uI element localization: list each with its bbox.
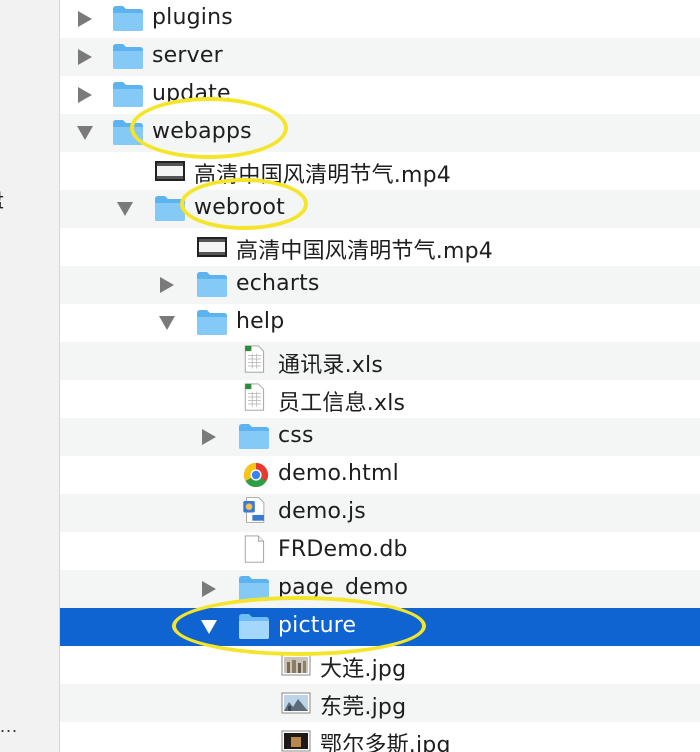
sidebar-disk-label[interactable]: 盘 [0, 184, 4, 213]
folder-icon [239, 576, 269, 601]
folder-icon [113, 120, 143, 145]
tree-item-label: 高清中国风清明节气.mp4 [236, 239, 493, 264]
blank-document-icon [244, 535, 265, 563]
tree-item-label: update [152, 81, 231, 106]
folder-icon [113, 6, 143, 31]
tree-item-label: help [236, 309, 285, 334]
tree-item-label: demo.html [278, 461, 399, 486]
tree-item-label: 大连.jpg [320, 657, 407, 682]
tree-item-label: server [152, 43, 223, 68]
sidebar-more-label: ... [0, 716, 19, 736]
tree-item-label: echarts [236, 271, 320, 296]
disclosure-expanded-icon[interactable] [116, 200, 134, 218]
tree-row-webroot[interactable]: webroot [60, 190, 700, 228]
tree-item-label: webapps [152, 119, 252, 144]
tree-item-label: page_demo [278, 575, 409, 600]
tree-item-label: webroot [194, 195, 286, 220]
disclosure-expanded-icon[interactable] [200, 618, 218, 636]
tree-item-label: demo.js [278, 499, 366, 524]
disclosure-collapsed-icon[interactable] [76, 10, 94, 28]
tree-row-image-file[interactable]: 鄂尔多斯.jpg [60, 722, 700, 752]
video-file-icon [197, 237, 227, 257]
tree-row-image-file[interactable]: 大连.jpg [60, 646, 700, 684]
folder-icon [155, 196, 185, 221]
tree-row-spreadsheet[interactable]: 员工信息.xls [60, 380, 700, 418]
tree-row-plugins[interactable]: plugins [60, 0, 700, 38]
disclosure-collapsed-icon[interactable] [200, 428, 218, 446]
tree-row-echarts[interactable]: echarts [60, 266, 700, 304]
spreadsheet-icon [244, 383, 265, 411]
image-thumbnail-icon [281, 692, 311, 714]
folder-icon [239, 614, 269, 639]
folder-icon [239, 424, 269, 449]
tree-row-video-file[interactable]: 高清中国风清明节气.mp4 [60, 228, 700, 266]
file-tree: plugins server update webapps 高清中国风清明节气.… [60, 0, 700, 752]
disclosure-expanded-icon[interactable] [158, 314, 176, 332]
tree-row-video-file[interactable]: 高清中国风清明节气.mp4 [60, 152, 700, 190]
script-file-icon [243, 497, 265, 523]
tree-item-label: 东莞.jpg [320, 695, 407, 720]
image-thumbnail-icon [281, 730, 311, 752]
tree-item-label: 鄂尔多斯.jpg [320, 733, 451, 752]
spreadsheet-icon [244, 345, 265, 373]
tree-item-label: 员工信息.xls [278, 391, 406, 416]
disclosure-collapsed-icon[interactable] [76, 86, 94, 104]
tree-row-spreadsheet[interactable]: 通讯录.xls [60, 342, 700, 380]
tree-row-webapps[interactable]: webapps [60, 114, 700, 152]
tree-row-html-file[interactable]: demo.html [60, 456, 700, 494]
chrome-icon [243, 463, 269, 488]
folder-icon [113, 82, 143, 107]
disclosure-collapsed-icon[interactable] [76, 48, 94, 66]
tree-item-label: plugins [152, 5, 233, 30]
disclosure-collapsed-icon[interactable] [158, 276, 176, 294]
folder-icon [197, 310, 227, 335]
image-thumbnail-icon [281, 654, 311, 676]
disclosure-collapsed-icon[interactable] [200, 580, 218, 598]
tree-row-picture[interactable]: picture [60, 608, 700, 646]
tree-row-help[interactable]: help [60, 304, 700, 342]
tree-row-document-file[interactable]: FRDemo.db [60, 532, 700, 570]
tree-item-label: css [278, 423, 314, 448]
folder-icon [113, 44, 143, 69]
tree-item-label: FRDemo.db [278, 537, 408, 562]
tree-item-label: picture [278, 613, 357, 638]
tree-row-image-file[interactable]: 东莞.jpg [60, 684, 700, 722]
sidebar: 盘 ... [0, 0, 60, 752]
tree-row-server[interactable]: server [60, 38, 700, 76]
folder-icon [197, 272, 227, 297]
tree-row-script-file[interactable]: demo.js [60, 494, 700, 532]
video-file-icon [155, 161, 185, 181]
tree-row-css[interactable]: css [60, 418, 700, 456]
tree-row-page-demo[interactable]: page_demo [60, 570, 700, 608]
tree-row-update[interactable]: update [60, 76, 700, 114]
tree-item-label: 通讯录.xls [278, 353, 383, 378]
disclosure-expanded-icon[interactable] [76, 124, 94, 142]
tree-item-label: 高清中国风清明节气.mp4 [194, 163, 451, 188]
